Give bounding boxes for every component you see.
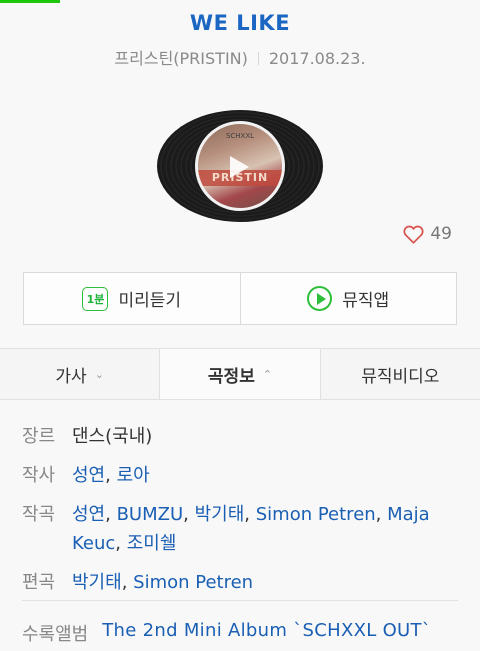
meta-divider xyxy=(257,52,259,65)
preview-button[interactable]: 1분 미리듣기 xyxy=(24,273,240,324)
like-button[interactable]: 49 xyxy=(403,224,452,244)
preview-label: 미리듣기 xyxy=(118,291,182,311)
lyricist-link[interactable]: 성연 xyxy=(72,465,105,486)
lyricist-list: 성연, 로아 xyxy=(72,465,150,486)
genre-row: 장르 댄스(국내) xyxy=(22,422,462,451)
play-icon[interactable] xyxy=(230,156,249,178)
composer-link[interactable]: 조미쉘 xyxy=(127,533,177,554)
lyricist-label: 작사 xyxy=(22,465,56,486)
genre-label: 장르 xyxy=(22,426,56,447)
music-app-button[interactable]: 뮤직앱 xyxy=(239,273,457,324)
composer-link[interactable]: 성연 xyxy=(72,504,105,525)
release-date: 2017.08.23. xyxy=(268,49,366,68)
composer-row: 작곡 성연, BUMZU, 박기태, Simon Petren, Maja Ke… xyxy=(22,500,462,558)
cover-small-text: SCHXXL xyxy=(225,132,255,140)
album-label: 수록앨범 xyxy=(22,624,89,645)
composer-link[interactable]: BUMZU xyxy=(117,504,184,525)
song-info-panel: 장르 댄스(국내) 작사 성연, 로아 작곡 성연, BUMZU, 박기태, S… xyxy=(22,422,462,607)
tab-music-video-label: 뮤직비디오 xyxy=(361,366,440,387)
album-link[interactable]: The 2nd Mini Album `SCHXXL OUT` xyxy=(102,620,431,646)
chevron-up-icon: ⌃ xyxy=(262,367,273,381)
like-count: 49 xyxy=(430,224,452,244)
section-divider xyxy=(22,600,458,601)
chevron-down-icon: ⌄ xyxy=(94,367,104,381)
arranger-link[interactable]: 박기태 xyxy=(72,572,122,593)
top-accent-bar xyxy=(0,0,60,3)
arranger-link[interactable]: Simon Petren xyxy=(133,572,253,593)
arranger-row: 편곡 박기태, Simon Petren xyxy=(22,568,462,597)
info-tabs: 가사 ⌄ 곡정보 ⌃ 뮤직비디오 xyxy=(0,348,480,400)
one-minute-icon: 1분 xyxy=(82,286,109,311)
lyricist-link[interactable]: 로아 xyxy=(117,465,150,486)
heart-outline-icon xyxy=(403,225,424,244)
genre-value: 댄스(국내) xyxy=(72,426,153,447)
arranger-label: 편곡 xyxy=(22,572,56,593)
artist-link[interactable]: 프리스틴(PRISTIN) xyxy=(114,49,247,68)
song-meta: 프리스틴(PRISTIN) 2017.08.23. xyxy=(0,45,480,69)
album-row: 수록앨범 The 2nd Mini Album `SCHXXL OUT` xyxy=(22,620,480,646)
composer-link[interactable]: 박기태 xyxy=(195,504,245,525)
music-app-label: 뮤직앱 xyxy=(342,291,390,311)
arranger-list: 박기태, Simon Petren xyxy=(72,572,254,593)
tab-song-info[interactable]: 곡정보 ⌃ xyxy=(159,349,321,399)
action-buttons: 1분 미리듣기 뮤직앱 xyxy=(23,272,457,325)
composer-link[interactable]: Simon Petren xyxy=(256,504,376,525)
tab-song-info-label: 곡정보 xyxy=(207,366,255,387)
tab-lyrics-label: 가사 xyxy=(55,366,87,387)
tab-lyrics[interactable]: 가사 ⌄ xyxy=(0,349,159,399)
play-circle-icon xyxy=(307,286,333,311)
song-title: WE LIKE xyxy=(189,11,291,35)
composer-list: 성연, BUMZU, 박기태, Simon Petren, Maja Keuc,… xyxy=(72,504,430,554)
tab-music-video[interactable]: 뮤직비디오 xyxy=(321,349,480,399)
lyricist-row: 작사 성연, 로아 xyxy=(22,461,462,490)
composer-label: 작곡 xyxy=(22,504,56,525)
